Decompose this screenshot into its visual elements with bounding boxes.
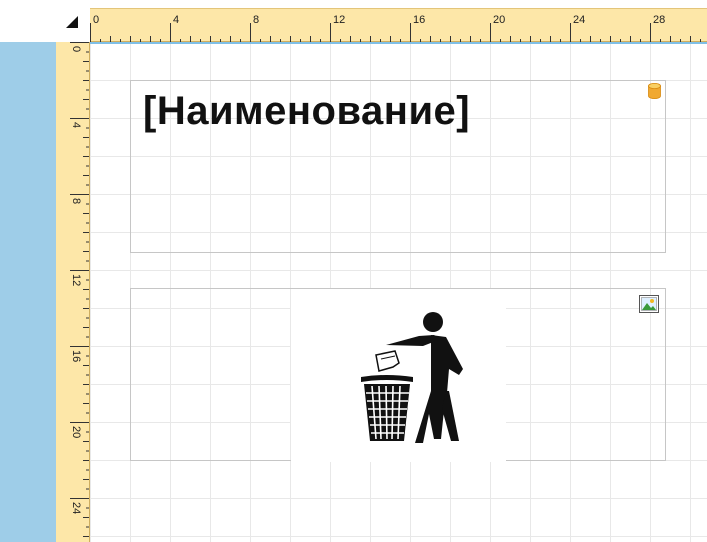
left-panel-strip xyxy=(0,42,56,542)
litter-bin-person-icon xyxy=(361,312,463,443)
text-band[interactable]: [Наименование] xyxy=(130,80,666,253)
h-ruler-label: 0 xyxy=(93,14,99,26)
vertical-ruler-ticks: 0 4 8 12 16 20 24 xyxy=(70,42,89,537)
v-ruler-label: 8 xyxy=(70,198,82,204)
horizontal-ruler: 0 4 8 12 16 20 24 28 xyxy=(90,8,707,42)
v-ruler-label: 12 xyxy=(70,274,82,286)
h-ruler-label: 16 xyxy=(413,14,425,26)
vertical-ruler: 0 4 8 12 16 20 24 xyxy=(56,42,90,542)
h-ruler-label: 24 xyxy=(573,14,585,26)
ruler-corner-arrow-icon[interactable] xyxy=(66,16,78,28)
h-ruler-label: 20 xyxy=(493,14,505,26)
horizontal-ruler-ticks: 0 4 8 12 16 20 24 28 xyxy=(90,14,701,42)
h-ruler-label: 8 xyxy=(253,14,259,26)
h-ruler-label: 28 xyxy=(653,14,665,26)
v-ruler-label: 4 xyxy=(70,122,82,128)
v-ruler-label: 24 xyxy=(70,502,82,514)
ruler-corner[interactable] xyxy=(0,0,90,42)
h-ruler-label: 12 xyxy=(333,14,345,26)
design-surface[interactable]: [Наименование] xyxy=(90,42,707,542)
v-ruler-label: 20 xyxy=(70,426,82,438)
h-ruler-label: 4 xyxy=(173,14,179,26)
image-icon[interactable] xyxy=(639,295,659,313)
v-ruler-label: 0 xyxy=(70,46,82,52)
database-icon[interactable] xyxy=(648,83,661,99)
v-ruler-label: 16 xyxy=(70,350,82,362)
design-top-border xyxy=(90,42,707,44)
name-field-text[interactable]: [Наименование] xyxy=(143,89,470,134)
picture-box[interactable] xyxy=(291,289,506,462)
image-band[interactable] xyxy=(130,288,666,462)
